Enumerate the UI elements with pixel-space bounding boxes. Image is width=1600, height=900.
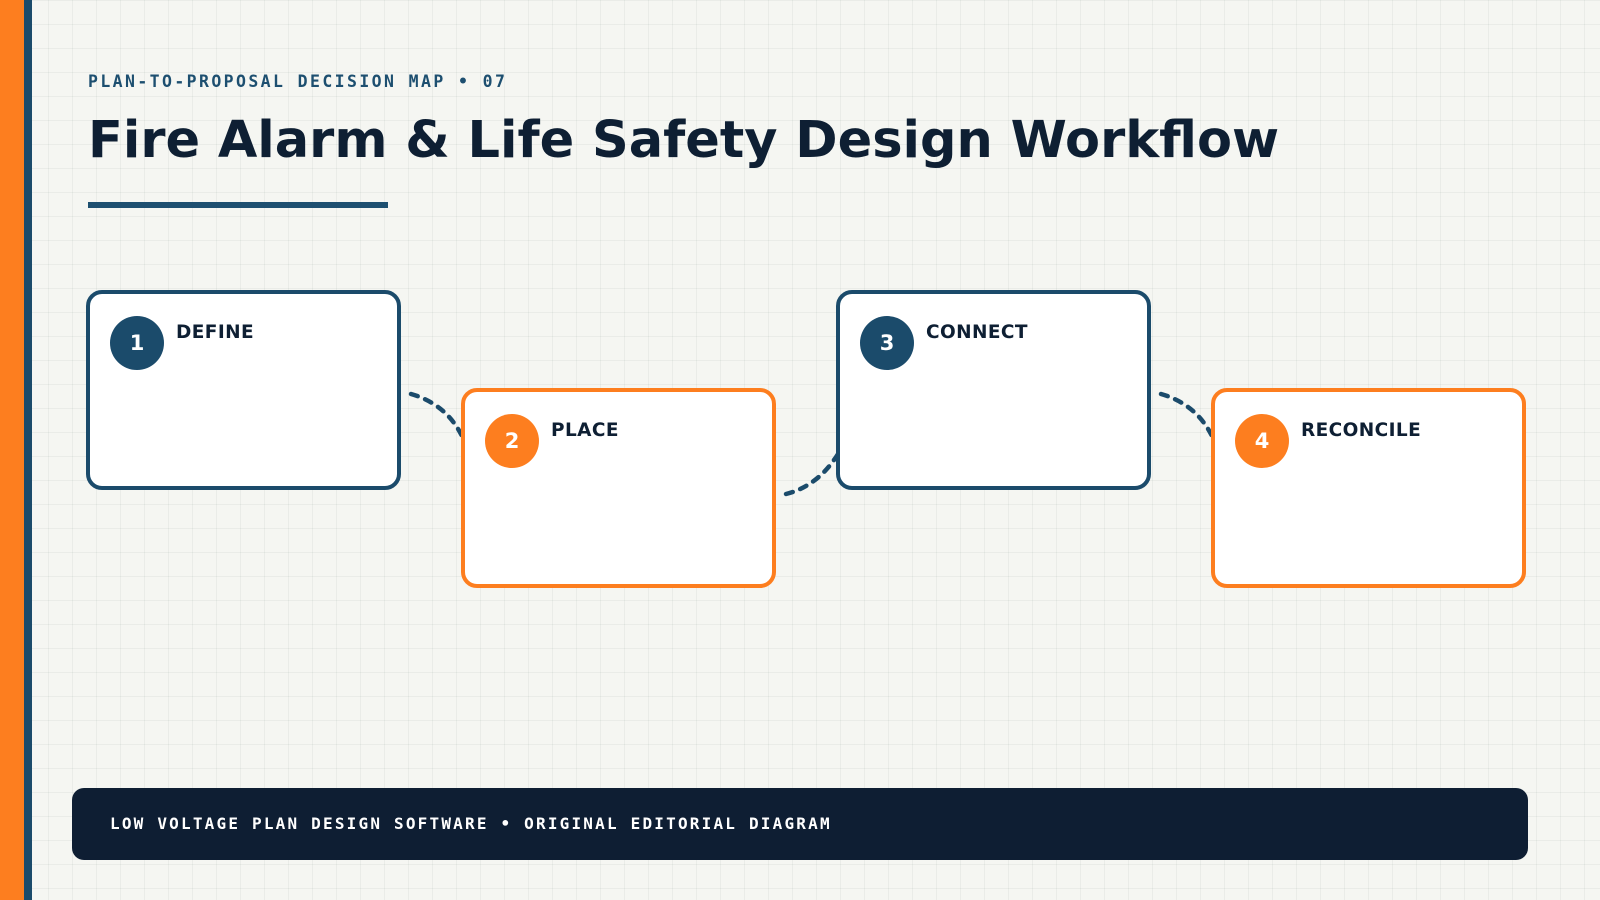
footer-bar: LOW VOLTAGE PLAN DESIGN SOFTWARE • ORIGI…: [72, 788, 1528, 860]
step-card-place: 2 PLACE: [461, 388, 776, 588]
step-title: RECONCILE: [1301, 420, 1422, 441]
step-title: DEFINE: [176, 322, 255, 343]
step-card-reconcile: 4 RECONCILE: [1211, 388, 1526, 588]
step-number-badge: 2: [485, 414, 539, 468]
step-title: CONNECT: [926, 322, 1028, 343]
connector-1-2: [408, 391, 465, 439]
footer-caption: LOW VOLTAGE PLAN DESIGN SOFTWARE • ORIGI…: [110, 814, 832, 833]
step-number-badge: 4: [1235, 414, 1289, 468]
step-number-badge: 1: [110, 316, 164, 370]
step-card-define: 1 DEFINE: [86, 290, 401, 490]
step-title: PLACE: [551, 420, 619, 441]
step-number-badge: 3: [860, 316, 914, 370]
connector-2-3: [783, 451, 841, 497]
step-card-connect: 3 CONNECT: [836, 290, 1151, 490]
connector-3-4: [1158, 391, 1215, 439]
